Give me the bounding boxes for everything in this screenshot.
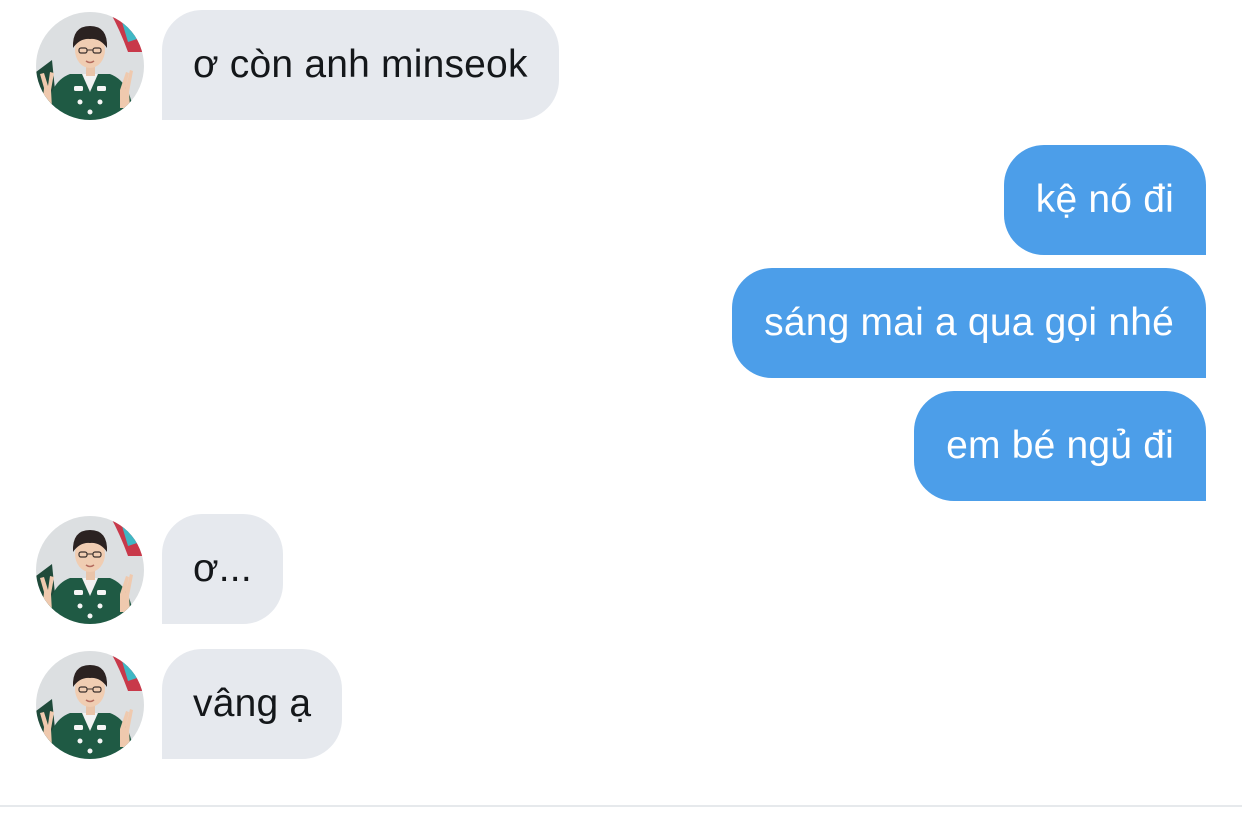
contact-avatar[interactable] (36, 516, 144, 624)
incoming-message-bubble[interactable]: vâng ạ (162, 649, 343, 759)
contact-avatar[interactable] (36, 651, 144, 759)
incoming-message-bubble[interactable]: ơ... (162, 514, 283, 624)
outgoing-message-bubble[interactable]: em bé ngủ đi (914, 391, 1206, 501)
incoming-message-bubble[interactable]: ơ còn anh minseok (162, 10, 559, 120)
composer-divider (0, 805, 1242, 807)
contact-avatar[interactable] (36, 12, 144, 120)
outgoing-message-bubble[interactable]: kệ nó đi (1003, 145, 1206, 255)
outgoing-message-bubble[interactable]: sáng mai a qua gọi nhé (732, 268, 1206, 378)
